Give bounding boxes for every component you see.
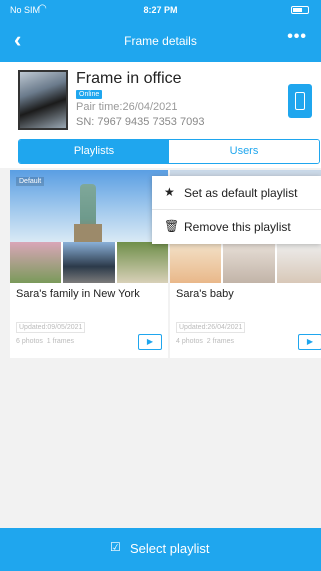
playlist-cover-image: Default <box>10 170 168 242</box>
trash-icon: 🗑 <box>164 219 180 233</box>
select-playlist-button[interactable]: ☑ Select playlist <box>0 528 321 571</box>
more-options-button[interactable]: ••• <box>287 28 307 46</box>
play-button[interactable]: ▶ <box>298 334 321 350</box>
clock-label: 8:27 PM <box>143 5 178 15</box>
star-icon: ★ <box>164 185 175 199</box>
play-button[interactable]: ▶ <box>138 334 162 350</box>
tab-users[interactable]: Users <box>169 140 319 163</box>
status-badge: Online <box>76 90 103 99</box>
frame-count: 1 frames <box>46 338 74 345</box>
nav-bar: ‹ Frame details ••• <box>0 26 321 56</box>
checkbox-icon: ☑ <box>110 540 121 554</box>
frame-name: Frame in office <box>76 70 182 87</box>
status-bar: No SIM ◠ 8:27 PM <box>0 2 321 18</box>
page-title: Frame details <box>124 34 197 48</box>
remove-playlist-item[interactable]: 🗑 Remove this playlist <box>152 210 321 244</box>
frame-count: 2 frames <box>206 338 234 345</box>
serial-number: SN: 7967 9435 7353 7093 <box>76 116 205 128</box>
battery-icon <box>291 6 309 14</box>
playlist-context-menu: ★ Set as default playlist 🗑 Remove this … <box>152 176 321 244</box>
playlist-card[interactable]: Default Sara's family in New York Update… <box>10 170 168 358</box>
pair-time: Pair time:26/04/2021 <box>76 101 178 113</box>
photo-thumbnail <box>116 242 168 283</box>
menu-item-label: Set as default playlist <box>184 186 298 200</box>
frame-thumbnail <box>18 70 68 130</box>
photo-count: 6 photos <box>16 338 43 345</box>
playlist-meta: 6 photos 1 frames <box>16 338 74 345</box>
photo-thumbnail <box>276 242 321 283</box>
default-tag: Default <box>16 177 45 186</box>
updated-date: Updated:09/05/2021 <box>16 322 86 333</box>
menu-item-label: Remove this playlist <box>184 220 291 234</box>
thumbnail-strip <box>170 242 321 283</box>
photo-thumbnail <box>63 242 115 283</box>
statue-base-image <box>74 224 102 242</box>
playlist-name: Sara's baby <box>176 288 234 300</box>
remote-control-button[interactable] <box>288 84 312 118</box>
photo-thumbnail <box>223 242 275 283</box>
tab-bar: Playlists Users <box>18 139 320 164</box>
remote-icon <box>295 92 305 110</box>
playlist-name: Sara's family in New York <box>16 288 140 300</box>
thumbnail-strip <box>10 242 168 283</box>
photo-thumbnail <box>10 242 62 283</box>
tab-playlists[interactable]: Playlists <box>19 140 169 163</box>
set-default-playlist-item[interactable]: ★ Set as default playlist <box>152 176 321 210</box>
header-bar: No SIM ◠ 8:27 PM ‹ Frame details ••• <box>0 0 321 62</box>
select-playlist-label: Select playlist <box>130 541 210 556</box>
updated-date: Updated:26/04/2021 <box>176 322 246 333</box>
photo-thumbnail <box>170 242 222 283</box>
photo-count: 4 photos <box>176 338 203 345</box>
playlist-meta: 4 photos 2 frames <box>176 338 234 345</box>
